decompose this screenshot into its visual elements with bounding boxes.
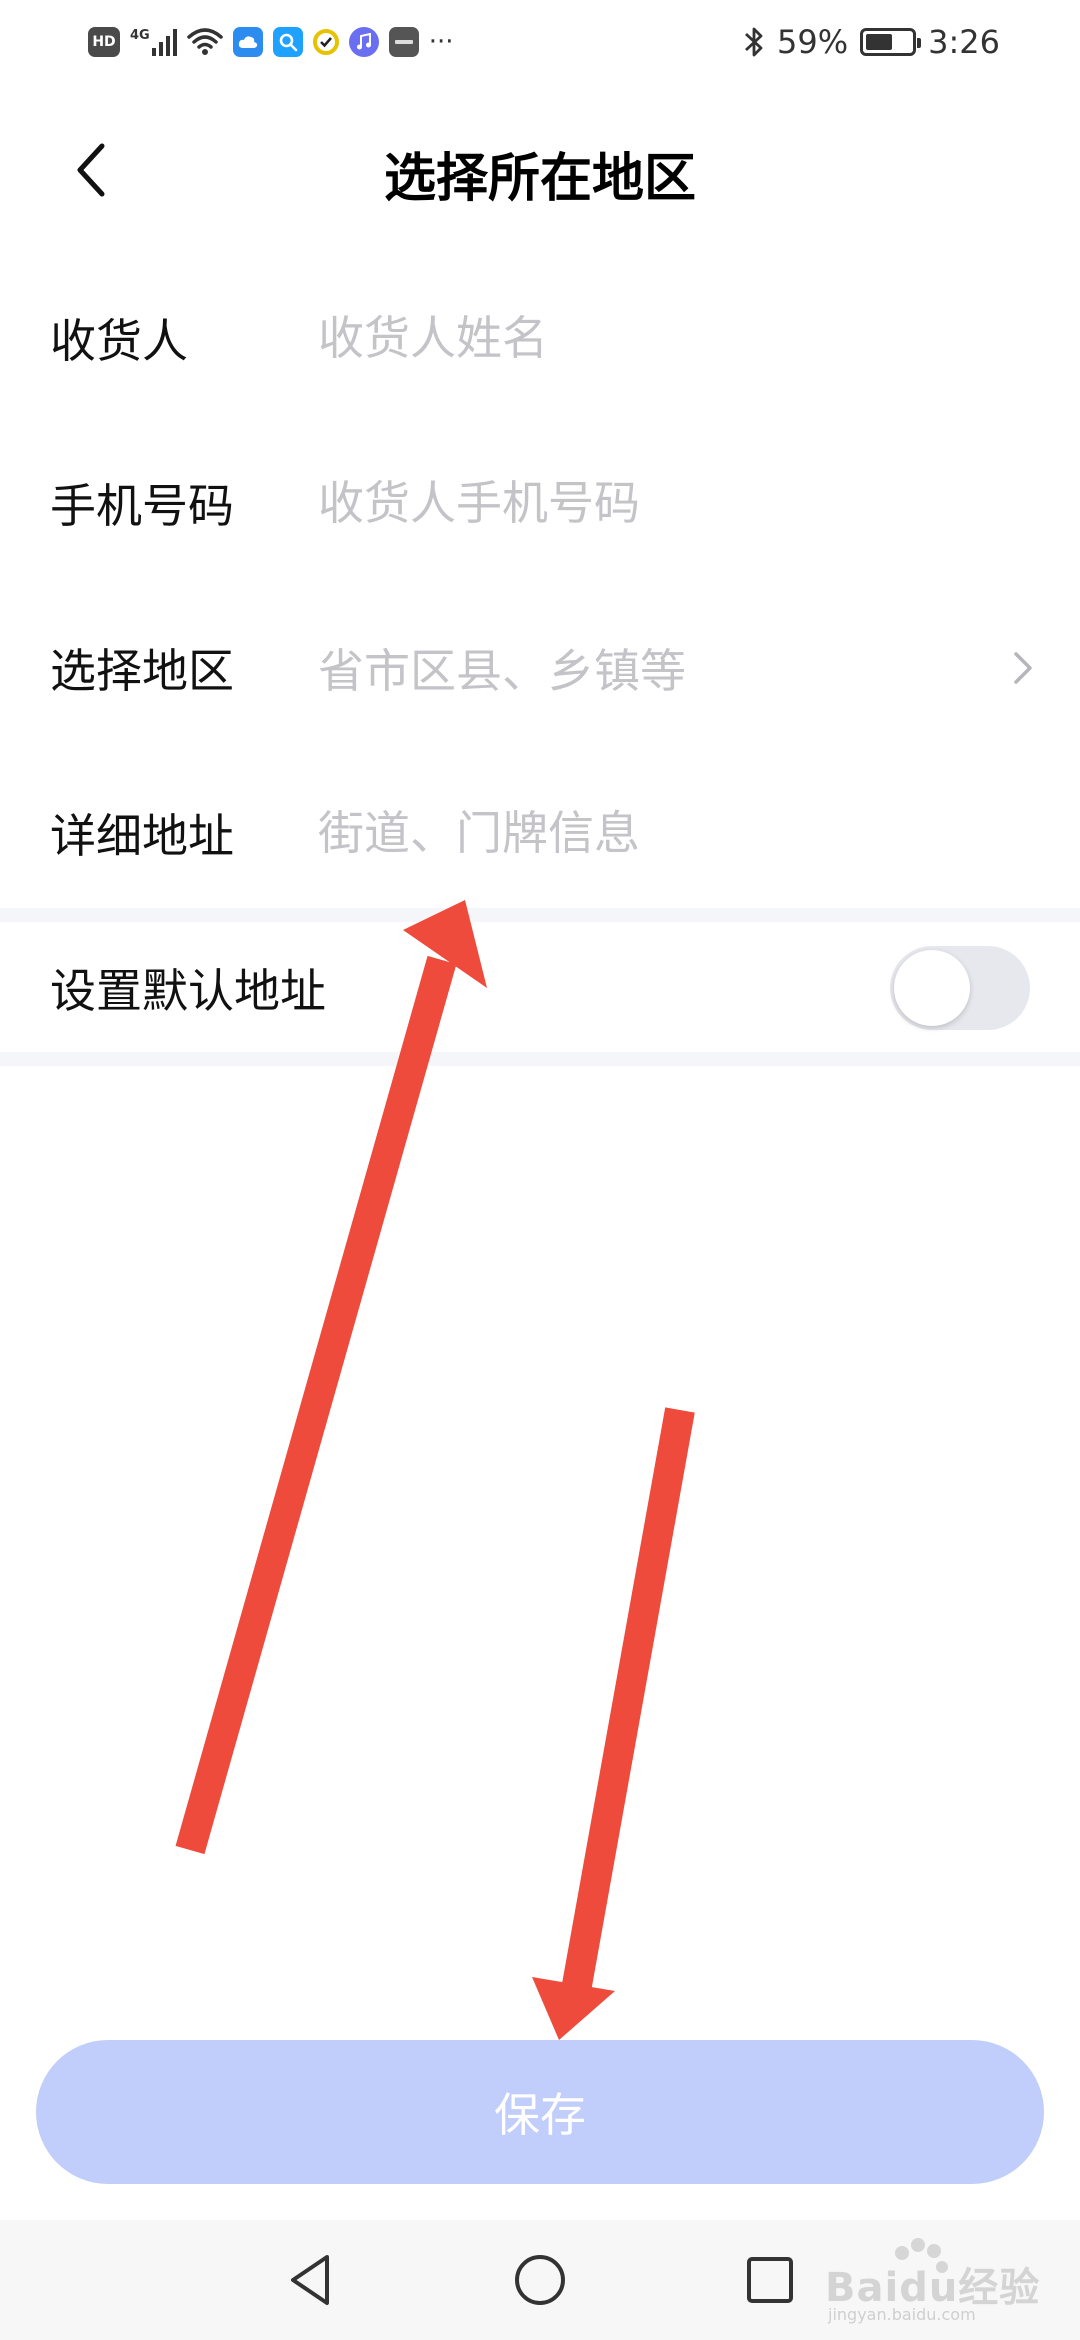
square-recents-icon (747, 2257, 793, 2303)
save-button[interactable]: 保存 (36, 2040, 1044, 2184)
detail-address-input[interactable] (318, 797, 980, 868)
default-address-row: 设置默认地址 (0, 922, 1080, 1054)
signal-4g-icon: 4G (130, 28, 177, 56)
default-address-label: 设置默认地址 (50, 964, 326, 1018)
triangle-back-icon (291, 2255, 329, 2305)
detail-address-row[interactable]: 详细地址 (0, 750, 1080, 915)
check-app-icon (312, 29, 339, 55)
music-app-icon (348, 27, 379, 57)
region-select-row[interactable]: 选择地区 省市区县、乡镇等 (0, 585, 1080, 750)
status-bar: HD 4G ··· 59% 3:26 (0, 0, 1080, 84)
status-bar-left: HD 4G ··· (88, 20, 454, 64)
battery-icon (860, 28, 922, 56)
phone-row[interactable]: 手机号码 (0, 420, 1080, 585)
more-notifications-icon: ··· (428, 27, 454, 57)
arrow-down-annotation (532, 1407, 695, 2040)
recipient-label: 收货人 (50, 313, 188, 368)
hd-icon: HD (88, 27, 120, 57)
huawei-app-icon (388, 27, 419, 57)
status-bar-right: 59% 3:26 (743, 20, 1000, 64)
bluetooth-icon (745, 27, 763, 57)
nav-back-button[interactable] (280, 2250, 340, 2310)
toggle-knob (894, 950, 970, 1026)
chevron-right-icon (1014, 651, 1032, 684)
cloud-app-icon (232, 27, 263, 57)
page-title: 选择所在地区 (383, 149, 696, 209)
watermark-url: jingyan.baidu.com (828, 2305, 976, 2324)
section-divider (0, 908, 1080, 922)
circle-home-icon (515, 2255, 565, 2305)
default-address-toggle[interactable] (890, 946, 1030, 1030)
nav-recents-button[interactable] (740, 2250, 800, 2310)
battery-percent: 59% (777, 23, 849, 61)
network-label: 4G (130, 28, 150, 43)
region-placeholder: 省市区县、乡镇等 (318, 643, 686, 698)
clock: 3:26 (928, 23, 1000, 61)
section-divider-bottom (0, 1052, 1080, 1066)
page-header: 选择所在地区 (0, 110, 1080, 230)
search-app-icon (272, 27, 303, 57)
recipient-row[interactable]: 收货人 (0, 255, 1080, 420)
recipient-name-input[interactable] (318, 302, 980, 373)
phone-label: 手机号码 (50, 478, 234, 533)
region-label: 选择地区 (50, 643, 234, 698)
nav-home-button[interactable] (510, 2250, 570, 2310)
battery-level-fill (866, 34, 893, 50)
wifi-icon (186, 28, 223, 55)
detail-address-label: 详细地址 (50, 808, 234, 863)
phone-number-input[interactable] (318, 467, 980, 538)
